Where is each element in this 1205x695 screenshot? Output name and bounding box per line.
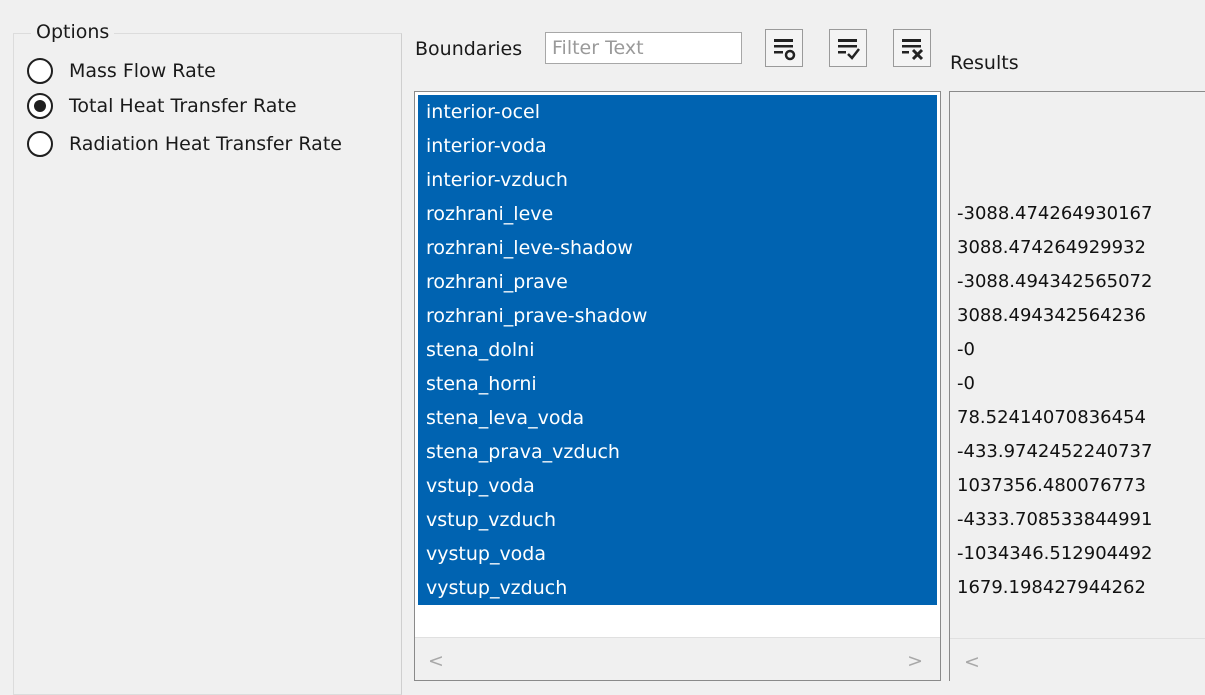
- result-value: -1034346.512904492: [957, 543, 1153, 564]
- select-all-button[interactable]: [829, 29, 867, 67]
- radio-label: Total Heat Transfer Rate: [69, 95, 297, 117]
- boundary-list-item[interactable]: stena_horni: [418, 367, 937, 401]
- boundary-list-item[interactable]: rozhrani_prave-shadow: [418, 299, 937, 333]
- boundary-list-item[interactable]: interior-ocel: [418, 95, 937, 129]
- deselect-all-icon: [902, 39, 924, 61]
- boundary-list-item[interactable]: interior-voda: [418, 129, 937, 163]
- radio-mass-flow-rate[interactable]: Mass Flow Rate: [27, 54, 216, 88]
- scroll-left-arrow-icon[interactable]: <: [964, 651, 980, 673]
- boundaries-label: Boundaries: [415, 38, 523, 60]
- boundary-list-item[interactable]: vstup_voda: [418, 469, 937, 503]
- radio-radiation-heat-transfer-rate[interactable]: Radiation Heat Transfer Rate: [27, 127, 342, 161]
- result-value: 3088.494342564236: [957, 305, 1146, 326]
- result-value: 1679.198427944262: [957, 577, 1146, 598]
- radio-button[interactable]: [27, 131, 53, 157]
- result-value: [957, 163, 1152, 197]
- boundaries-list-rows: interior-ocel interior-voda interior-vzduc…: [418, 95, 937, 605]
- scroll-left-arrow-icon[interactable]: <: [428, 650, 444, 672]
- boundary-list-item[interactable]: stena_dolni: [418, 333, 937, 367]
- deselect-all-button[interactable]: [893, 29, 931, 67]
- results-label: Results: [950, 52, 1019, 74]
- result-value: [957, 129, 1152, 163]
- radio-button[interactable]: [27, 58, 53, 84]
- boundary-list-item[interactable]: vystup_vzduch: [418, 571, 937, 605]
- result-value: -4333.708533844991: [957, 509, 1153, 530]
- result-value: -433.9742452240737: [957, 441, 1153, 462]
- boundary-list-item[interactable]: stena_prava_vzduch: [418, 435, 937, 469]
- boundaries-horizontal-scrollbar[interactable]: < >: [415, 637, 940, 680]
- boundary-list-item[interactable]: stena_leva_voda: [418, 401, 937, 435]
- filter-options-button[interactable]: [765, 29, 803, 67]
- results-list[interactable]: -3088.474264930167 3088.474264929932 -3088…: [949, 91, 1205, 681]
- results-list-rows: -3088.474264930167 3088.474264929932 -3088…: [957, 95, 1152, 605]
- result-value: -3088.474264930167: [957, 203, 1153, 224]
- result-value: [957, 95, 1152, 129]
- boundary-list-item[interactable]: vystup_voda: [418, 537, 937, 571]
- result-value: -3088.494342565072: [957, 271, 1153, 292]
- boundary-list-item[interactable]: interior-vzduch: [418, 163, 937, 197]
- filter-text-input[interactable]: [545, 32, 742, 64]
- boundary-list-item[interactable]: vstup_vzduch: [418, 503, 937, 537]
- scroll-right-arrow-icon[interactable]: >: [907, 650, 923, 672]
- filter-options-icon: [774, 39, 796, 61]
- radio-button[interactable]: [27, 93, 53, 119]
- result-value: 1037356.480076773: [957, 475, 1146, 496]
- radio-label: Radiation Heat Transfer Rate: [69, 133, 342, 155]
- boundary-list-item[interactable]: rozhrani_leve-shadow: [418, 231, 937, 265]
- radio-total-heat-transfer-rate[interactable]: Total Heat Transfer Rate: [27, 89, 297, 123]
- result-value: -0: [957, 339, 975, 360]
- select-all-icon: [838, 39, 860, 60]
- boundaries-list[interactable]: interior-ocel interior-voda interior-vzduc…: [414, 91, 941, 681]
- result-value: -0: [957, 373, 975, 394]
- radio-label: Mass Flow Rate: [69, 60, 216, 82]
- boundary-list-item[interactable]: rozhrani_prave: [418, 265, 937, 299]
- options-legend: Options: [31, 20, 115, 44]
- result-value: 3088.474264929932: [957, 237, 1146, 258]
- boundary-list-item[interactable]: rozhrani_leve: [418, 197, 937, 231]
- result-value: 78.52414070836454: [957, 407, 1146, 428]
